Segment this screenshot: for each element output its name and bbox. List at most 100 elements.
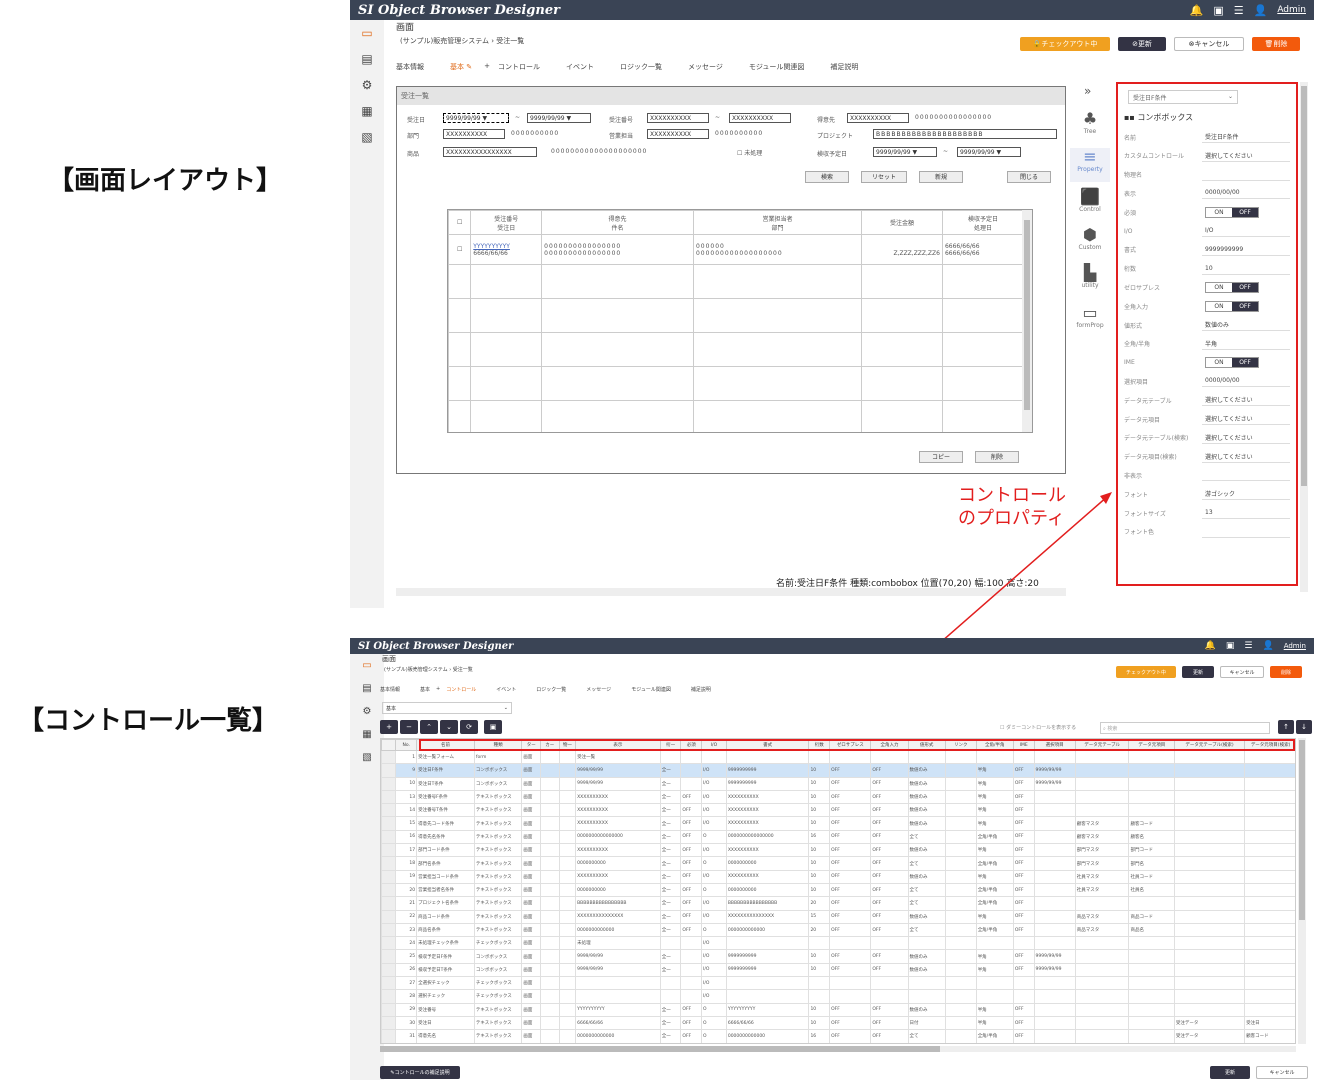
unprocessed-checkbox[interactable]: ☐ 未処理 bbox=[737, 148, 762, 157]
table-cell[interactable]: OFF bbox=[1012, 856, 1035, 871]
table-cell[interactable] bbox=[1173, 776, 1246, 791]
table-cell[interactable]: テキストボックス bbox=[473, 1002, 523, 1017]
tab-basic[interactable]: 基本 bbox=[420, 686, 430, 693]
table-cell[interactable]: 数値のみ bbox=[907, 803, 946, 818]
table-cell[interactable]: 9999999999 bbox=[725, 949, 810, 964]
table-cell[interactable]: チェックボックス bbox=[473, 976, 523, 991]
table-cell[interactable] bbox=[808, 976, 831, 991]
table-cell[interactable]: I/O bbox=[701, 896, 727, 911]
acceptance-date-from-combo[interactable]: 9999/99/99 ▼ bbox=[873, 147, 937, 157]
table-cell[interactable]: 画面 bbox=[521, 856, 541, 871]
table-cell[interactable] bbox=[1033, 1029, 1076, 1043]
table-cell[interactable]: OFF bbox=[829, 869, 872, 884]
table-cell[interactable] bbox=[829, 976, 872, 991]
table-cell[interactable]: OFF bbox=[870, 856, 909, 871]
table-cell[interactable]: 半角 bbox=[975, 962, 1014, 978]
table-cell[interactable] bbox=[1074, 949, 1130, 964]
table-cell[interactable]: OFF bbox=[870, 869, 909, 884]
table-cell[interactable]: O bbox=[701, 856, 727, 871]
table-cell[interactable]: 数値のみ bbox=[907, 776, 946, 791]
table-cell[interactable]: YYYYYYYYYY bbox=[725, 1002, 810, 1017]
table-cell[interactable] bbox=[680, 749, 703, 765]
table-cell[interactable]: テキストボックス bbox=[473, 922, 523, 938]
table-cell[interactable] bbox=[558, 856, 577, 871]
property-value[interactable]: ON OFF bbox=[1202, 300, 1290, 312]
table-cell[interactable] bbox=[558, 882, 577, 898]
table-cell[interactable]: 9999999999 bbox=[725, 776, 810, 791]
table-cell[interactable]: 9999/99/99 bbox=[1033, 776, 1076, 791]
table-cell[interactable] bbox=[944, 976, 977, 991]
table-cell[interactable]: 0000000000000 bbox=[725, 922, 810, 938]
on-off-toggle[interactable]: ON OFF bbox=[1205, 281, 1259, 293]
table-cell[interactable]: 半角 bbox=[975, 869, 1014, 884]
table-cell[interactable]: XXXXXXXXXX bbox=[575, 843, 661, 858]
table-cell[interactable] bbox=[558, 829, 577, 845]
table-cell[interactable] bbox=[558, 1015, 577, 1031]
table-cell[interactable] bbox=[975, 936, 1014, 951]
table-cell[interactable] bbox=[725, 936, 810, 951]
settings-icon[interactable]: ⚙ bbox=[362, 78, 373, 92]
table-cell[interactable] bbox=[1033, 803, 1076, 818]
table-cell[interactable]: 未処理 bbox=[575, 936, 661, 951]
table-cell[interactable] bbox=[540, 1015, 560, 1031]
table-cell[interactable]: OFF bbox=[1012, 843, 1035, 858]
table-cell[interactable] bbox=[1244, 749, 1295, 765]
table-cell[interactable]: 25 bbox=[395, 949, 418, 964]
tab-events[interactable]: イベント bbox=[566, 62, 594, 72]
table-cell[interactable] bbox=[808, 936, 831, 951]
close-button[interactable]: 閉じる bbox=[1007, 171, 1051, 183]
table-cell[interactable]: 10 bbox=[808, 1015, 831, 1031]
table-cell[interactable]: 画面 bbox=[521, 922, 541, 938]
table-row[interactable]: 24 未処理チェック条件 チェックボックス 画面 未処理 I/O bbox=[381, 936, 1295, 951]
table-cell[interactable]: 10 bbox=[808, 789, 831, 805]
table-cell[interactable]: OFF bbox=[680, 882, 703, 898]
table-cell[interactable]: OFF bbox=[680, 816, 703, 831]
table-cell[interactable]: OFF bbox=[680, 896, 703, 911]
table-cell[interactable]: 9999/99/99 bbox=[575, 776, 661, 791]
property-value[interactable]: 受注日F条件 bbox=[1202, 131, 1290, 143]
table-cell[interactable] bbox=[1074, 962, 1130, 978]
table-cell[interactable]: 半角 bbox=[975, 803, 1014, 818]
table-cell[interactable]: 16 bbox=[808, 829, 831, 845]
table-cell[interactable]: 画面 bbox=[521, 763, 541, 778]
tab-events[interactable]: イベント bbox=[496, 686, 516, 693]
table-cell[interactable]: OFF bbox=[1012, 1002, 1035, 1017]
table-cell[interactable]: 全て bbox=[907, 1029, 946, 1043]
table-cell[interactable]: 画面 bbox=[521, 789, 541, 805]
table-cell[interactable]: OFF bbox=[680, 829, 703, 845]
table-cell[interactable]: I/O bbox=[701, 976, 727, 991]
table-cell[interactable] bbox=[558, 789, 577, 805]
table-cell[interactable] bbox=[680, 776, 703, 791]
table-cell[interactable] bbox=[1074, 896, 1130, 911]
table-cell[interactable]: 部門コード bbox=[1128, 843, 1175, 858]
table-cell[interactable]: 営業担当者名条件 bbox=[416, 882, 475, 898]
document-icon[interactable]: ▤ bbox=[361, 52, 372, 66]
property-value[interactable]: 選択してください bbox=[1202, 394, 1290, 407]
table-cell[interactable] bbox=[540, 896, 560, 911]
table-cell[interactable]: OFF bbox=[829, 922, 872, 938]
table-cell[interactable]: OFF bbox=[829, 803, 872, 818]
table-cell[interactable] bbox=[1033, 1002, 1076, 1017]
table-cell[interactable]: OFF bbox=[1012, 909, 1035, 924]
table-cell[interactable] bbox=[1074, 803, 1130, 818]
table-cell[interactable] bbox=[1173, 789, 1246, 805]
table-row[interactable]: 25 検収予定日F条件 コンボボックス 画面 9999/99/99 全一 I/O 999999… bbox=[381, 949, 1295, 964]
table-cell[interactable] bbox=[1244, 896, 1295, 911]
table-cell[interactable] bbox=[1128, 976, 1175, 991]
table-cell[interactable]: 画面 bbox=[521, 896, 541, 911]
table-cell[interactable] bbox=[944, 962, 977, 978]
table-cell[interactable] bbox=[725, 749, 810, 765]
table-cell[interactable] bbox=[1173, 829, 1246, 845]
table-cell[interactable] bbox=[1128, 936, 1175, 951]
table-cell[interactable] bbox=[1128, 763, 1175, 778]
collapse-icon[interactable]: » bbox=[1084, 84, 1091, 98]
table-cell[interactable]: 画面 bbox=[521, 1029, 541, 1043]
table-cell[interactable]: OFF bbox=[680, 789, 703, 805]
table-cell[interactable]: OFF bbox=[870, 789, 909, 805]
table-cell[interactable]: 商品コード条件 bbox=[416, 909, 475, 924]
table-cell[interactable]: 商品コード bbox=[1128, 909, 1175, 924]
property-value[interactable]: 9999999999 bbox=[1202, 244, 1290, 256]
property-value[interactable] bbox=[1202, 526, 1290, 538]
table-cell[interactable]: 全一 bbox=[659, 869, 682, 884]
table-cell[interactable]: I/O bbox=[701, 962, 727, 978]
